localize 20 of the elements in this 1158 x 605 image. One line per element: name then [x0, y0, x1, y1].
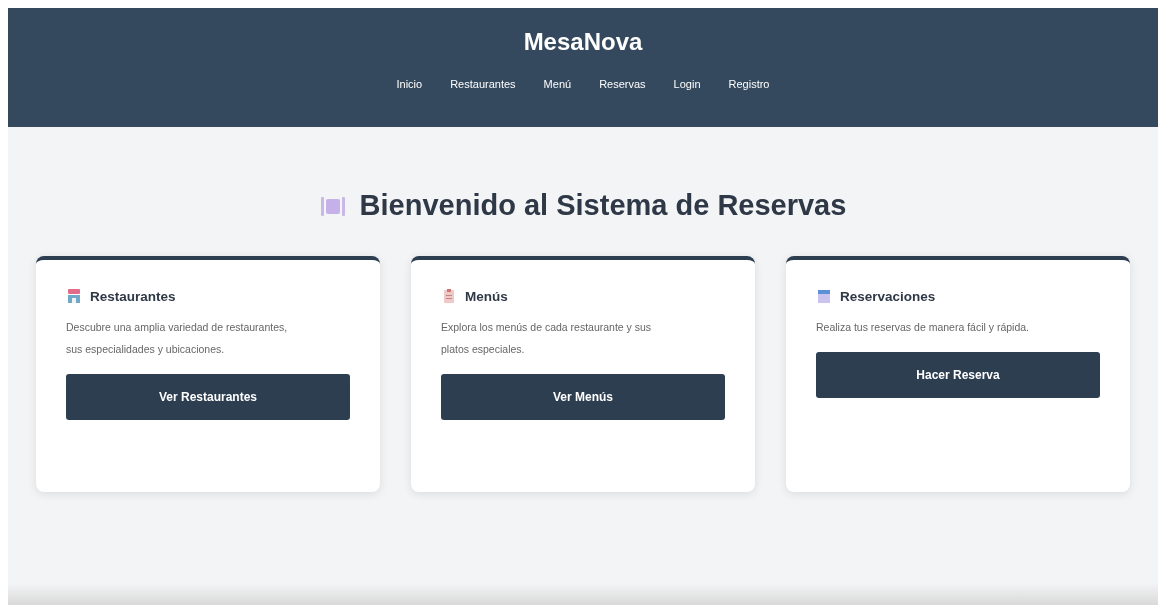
- card-button[interactable]: Ver Restaurantes: [66, 374, 350, 420]
- page-title: Bienvenido al Sistema de Reservas: [359, 189, 847, 222]
- card-description: Explora los menús de cada restaurante y sus platos especiales.: [441, 320, 653, 357]
- brand-title: MesaNova: [523, 28, 643, 56]
- card-description: Descubre una amplia variedad de restaurantes, sus especialidades y ubicaciones.: [66, 320, 289, 357]
- nav-link[interactable]: Inicio: [396, 78, 423, 90]
- card-title: Restaurantes: [90, 288, 176, 304]
- card-button[interactable]: Ver Menús: [441, 374, 725, 420]
- nav-link[interactable]: Restaurantes: [450, 78, 516, 90]
- nav-link[interactable]: Menú: [543, 78, 572, 90]
- calendar-icon: [816, 288, 832, 304]
- clipboard-icon: [441, 288, 457, 304]
- card-description: Realiza tus reservas de manera fácil y rápida.: [816, 320, 1030, 335]
- nav-link[interactable]: Registro: [728, 78, 770, 90]
- card-button[interactable]: Hacer Reserva: [816, 352, 1100, 398]
- nav-link[interactable]: Login: [673, 78, 701, 90]
- building-icon: [66, 288, 82, 304]
- card-title: Reservaciones: [840, 288, 936, 304]
- nav-link[interactable]: Reservas: [599, 78, 646, 90]
- card-title: Menús: [465, 288, 508, 304]
